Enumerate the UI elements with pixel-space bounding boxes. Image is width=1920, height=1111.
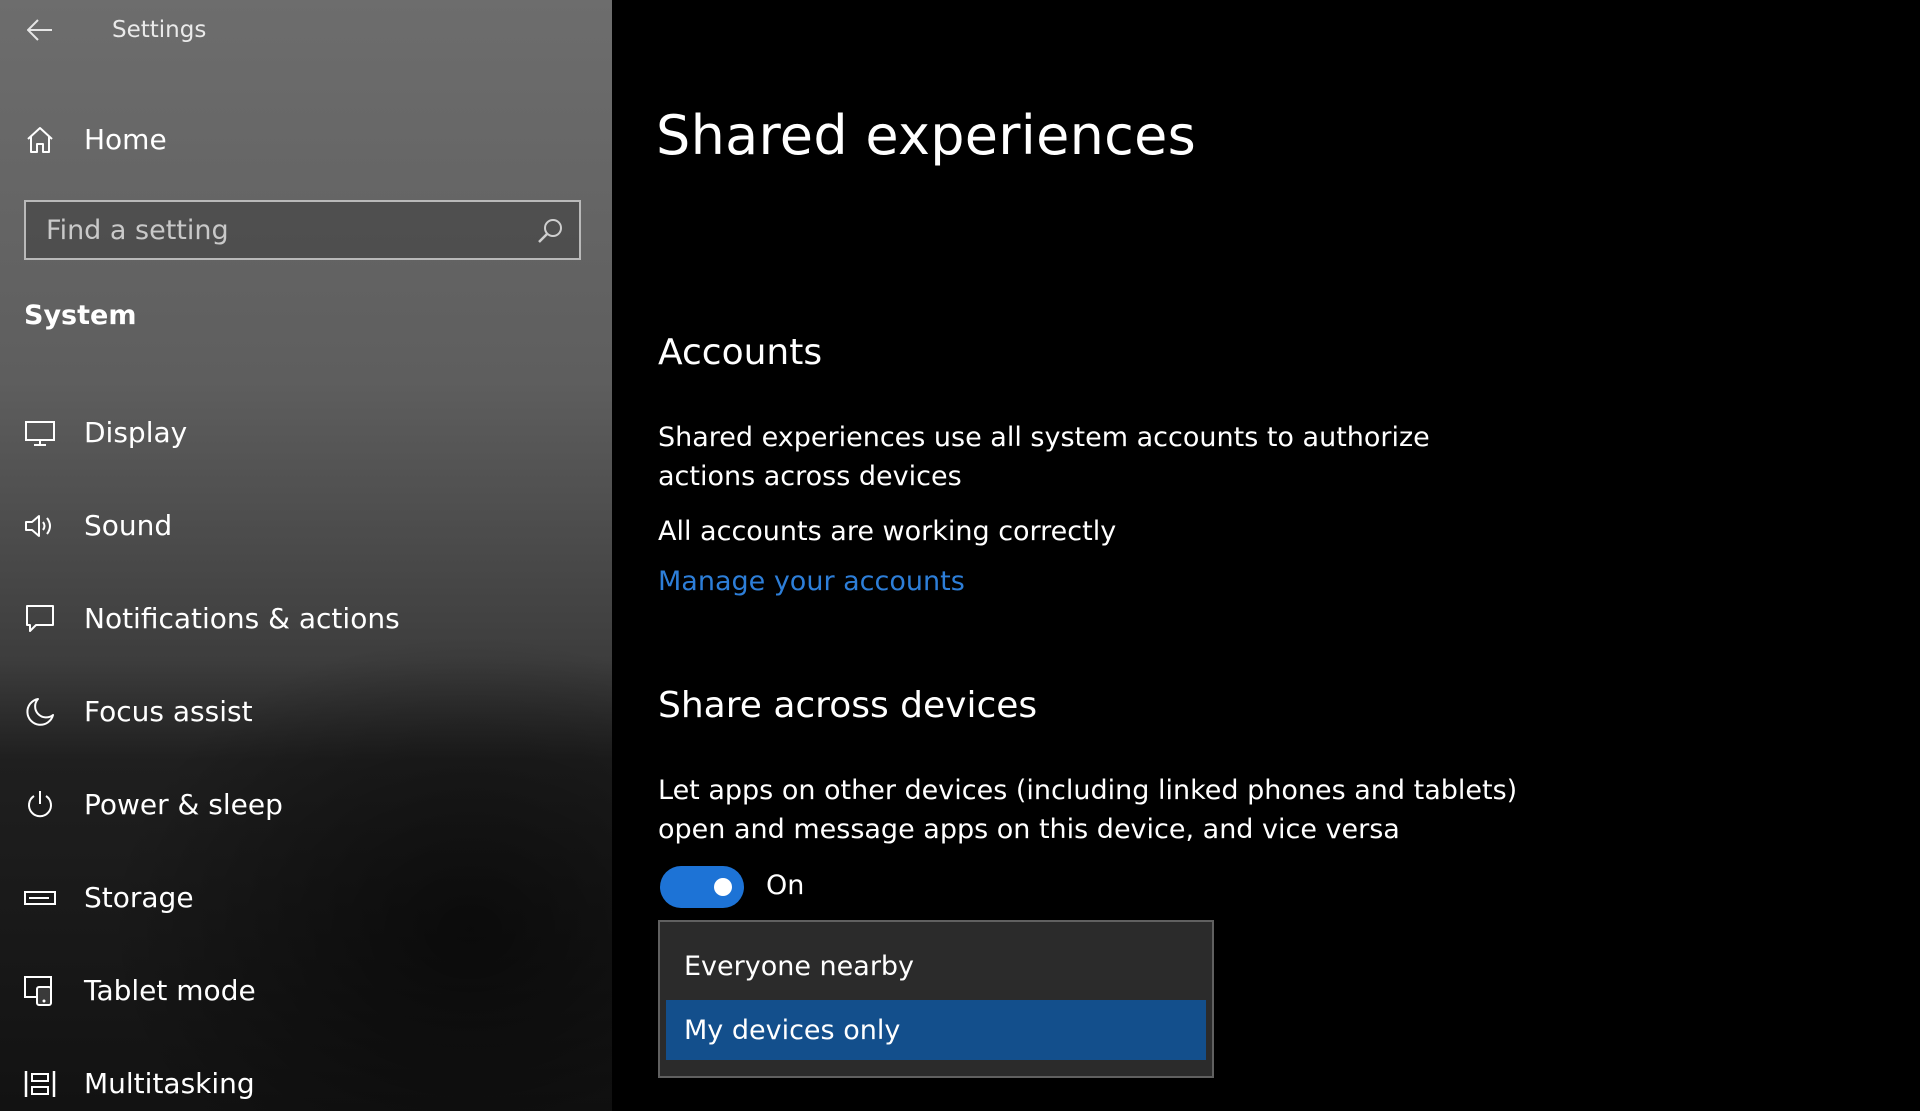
sidebar-item-label: Notifications & actions bbox=[84, 602, 400, 635]
search-input[interactable] bbox=[26, 202, 579, 258]
toggle-state-label: On bbox=[766, 870, 805, 901]
accounts-heading: Accounts bbox=[658, 332, 823, 373]
share-description: Let apps on other devices (including lin… bbox=[658, 775, 1518, 845]
main-content: Shared experiences Accounts Shared exper… bbox=[612, 0, 1920, 1111]
speaker-icon bbox=[22, 508, 58, 544]
sidebar-item-power-sleep[interactable]: Power & sleep bbox=[0, 772, 612, 838]
sidebar-item-tablet-mode[interactable]: Tablet mode bbox=[0, 958, 612, 1024]
storage-icon bbox=[22, 880, 58, 916]
notification-icon bbox=[22, 601, 58, 637]
sidebar-item-multitasking[interactable]: Multitasking bbox=[0, 1051, 612, 1111]
sidebar-item-label: Home bbox=[84, 123, 167, 156]
back-button[interactable] bbox=[20, 10, 60, 50]
sidebar-item-label: Display bbox=[84, 416, 188, 449]
share-across-devices-toggle[interactable] bbox=[660, 866, 744, 908]
search-icon[interactable] bbox=[535, 216, 565, 246]
sidebar-item-display[interactable]: Display bbox=[0, 400, 612, 466]
sidebar-item-sound[interactable]: Sound bbox=[0, 493, 612, 559]
option-everyone-nearby[interactable]: Everyone nearby bbox=[666, 936, 1206, 996]
sidebar-item-label: Power & sleep bbox=[84, 788, 283, 821]
sidebar: Settings Home System bbox=[0, 0, 612, 1111]
share-scope-dropdown: Everyone nearby My devices only bbox=[658, 920, 1214, 1078]
share-across-devices-heading: Share across devices bbox=[658, 685, 1038, 726]
multitasking-icon bbox=[22, 1066, 58, 1102]
sidebar-item-focus-assist[interactable]: Focus assist bbox=[0, 679, 612, 745]
title-bar: Settings bbox=[0, 0, 612, 60]
sidebar-item-label: Multitasking bbox=[84, 1067, 255, 1100]
sidebar-item-notifications[interactable]: Notifications & actions bbox=[0, 586, 612, 652]
app-title: Settings bbox=[112, 17, 207, 43]
home-icon bbox=[22, 122, 58, 158]
sidebar-item-storage[interactable]: Storage bbox=[0, 865, 612, 931]
sidebar-item-label: Tablet mode bbox=[84, 974, 256, 1007]
manage-accounts-link[interactable]: Manage your accounts bbox=[658, 566, 965, 597]
search-box bbox=[24, 200, 581, 260]
sidebar-item-label: Sound bbox=[84, 509, 173, 542]
accounts-status: All accounts are working correctly bbox=[658, 516, 1117, 547]
tablet-mode-icon bbox=[22, 973, 58, 1009]
accounts-description: Shared experiences use all system accoun… bbox=[658, 422, 1430, 492]
moon-icon bbox=[22, 694, 58, 730]
sidebar-item-home[interactable]: Home bbox=[0, 112, 612, 168]
sidebar-item-label: Storage bbox=[84, 881, 194, 914]
settings-window: Settings Home System bbox=[0, 0, 1920, 1111]
display-icon bbox=[22, 415, 58, 451]
section-heading-system: System bbox=[24, 300, 137, 331]
toggle-knob bbox=[714, 878, 732, 896]
power-icon bbox=[22, 787, 58, 823]
back-arrow-icon bbox=[27, 19, 52, 41]
page-title: Shared experiences bbox=[656, 104, 1197, 167]
option-my-devices-only[interactable]: My devices only bbox=[666, 1000, 1206, 1060]
sidebar-item-label: Focus assist bbox=[84, 695, 253, 728]
